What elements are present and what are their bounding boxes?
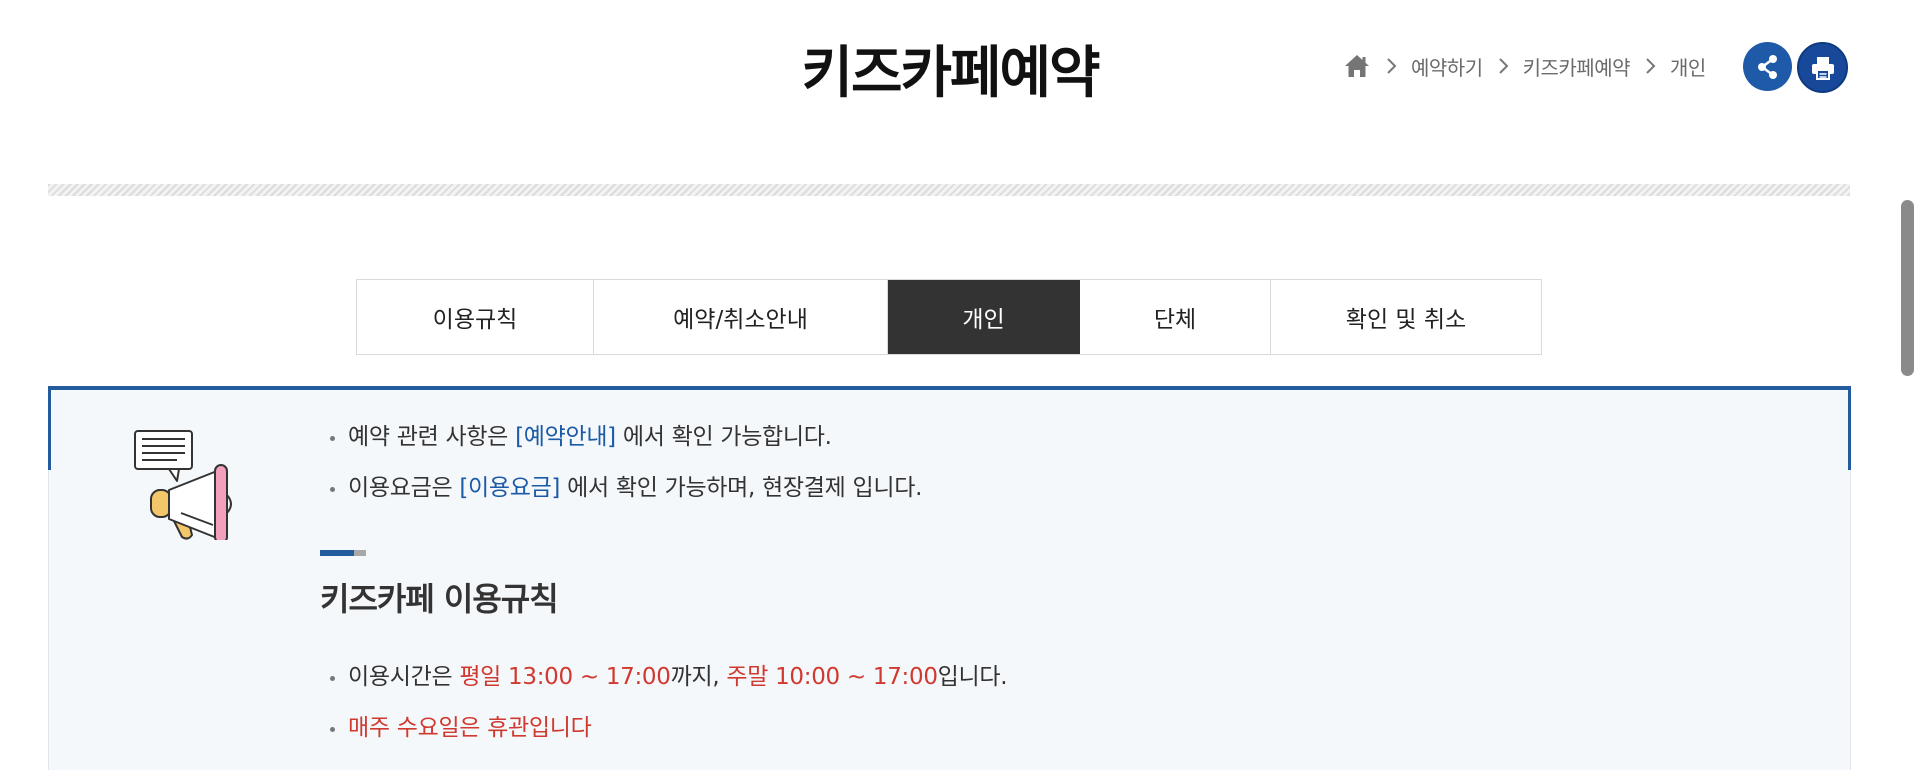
tab-bar: 이용규칙 예약/취소안내 개인 단체 확인 및 취소 [356, 279, 1542, 355]
chevron-right-icon [1387, 58, 1397, 74]
section-title-marker [320, 550, 366, 556]
fee-guide-link[interactable]: [이용요금] [459, 475, 560, 501]
megaphone-icon [134, 430, 232, 540]
home-icon[interactable] [1343, 52, 1371, 80]
notice-box: 예약 관련 사항은 [예약안내] 에서 확인 가능합니다. 이용요금은 [이용요… [48, 386, 1851, 770]
weekend-hours: 주말 10:00 ~ 17:00 [726, 664, 938, 690]
notice-accent-left [48, 386, 51, 470]
section-title: 키즈카페 이용규칙 [320, 580, 559, 618]
reservation-guide-link[interactable]: [예약안내] [515, 424, 616, 450]
breadcrumb-item-kidscafe[interactable]: 키즈카페예약 [1523, 52, 1631, 81]
list-item: 이용요금은 [이용요금] 에서 확인 가능하며, 현장결제 입니다. [324, 463, 922, 514]
notice-text: 에서 확인 가능합니다. [615, 424, 832, 450]
breadcrumb-item-current: 개인 [1670, 55, 1706, 80]
tab-check-and-cancel[interactable]: 확인 및 취소 [1271, 280, 1541, 354]
rule-text: 까지, [670, 664, 727, 690]
rule-text: 이용시간은 [348, 664, 460, 690]
notice-text: 예약 관련 사항은 [348, 424, 516, 450]
notice-text: 이용요금은 [348, 475, 460, 501]
weekday-hours: 평일 13:00 ~ 17:00 [459, 664, 671, 690]
list-item: 매주 수요일은 휴관입니다 [324, 703, 1007, 754]
breadcrumb-item-reservation[interactable]: 예약하기 [1411, 52, 1483, 81]
print-icon [1811, 56, 1834, 80]
share-icon [1757, 54, 1777, 79]
chevron-right-icon [1498, 58, 1509, 74]
notice-list: 예약 관련 사항은 [예약안내] 에서 확인 가능합니다. 이용요금은 [이용요… [324, 412, 922, 514]
share-button[interactable] [1743, 42, 1792, 91]
closed-day-text: 매주 수요일은 휴관입니다 [348, 715, 592, 741]
tab-reservation-cancel-info[interactable]: 예약/취소안내 [594, 280, 888, 354]
rules-list: 이용시간은 평일 13:00 ~ 17:00까지, 주말 10:00 ~ 17:… [324, 652, 1008, 754]
print-button[interactable] [1797, 42, 1848, 93]
tab-individual[interactable]: 개인 [888, 280, 1080, 354]
breadcrumb: 예약하기 키즈카페예약 개인 [1343, 50, 1706, 82]
list-item: 이용시간은 평일 13:00 ~ 17:00까지, 주말 10:00 ~ 17:… [324, 652, 1008, 703]
divider-hatch [48, 184, 1850, 196]
notice-accent-right [1848, 386, 1851, 470]
list-item: 예약 관련 사항은 [예약안내] 에서 확인 가능합니다. [324, 412, 922, 463]
notice-text: 에서 확인 가능하며, 현장결제 입니다. [560, 475, 923, 501]
scrollbar[interactable] [1896, 0, 1920, 743]
chevron-right-icon [1646, 58, 1656, 74]
tab-group[interactable]: 단체 [1080, 280, 1271, 354]
scrollbar-thumb[interactable] [1901, 200, 1914, 376]
tab-usage-rules[interactable]: 이용규칙 [357, 280, 594, 354]
rule-text: 입니다. [937, 664, 1008, 690]
